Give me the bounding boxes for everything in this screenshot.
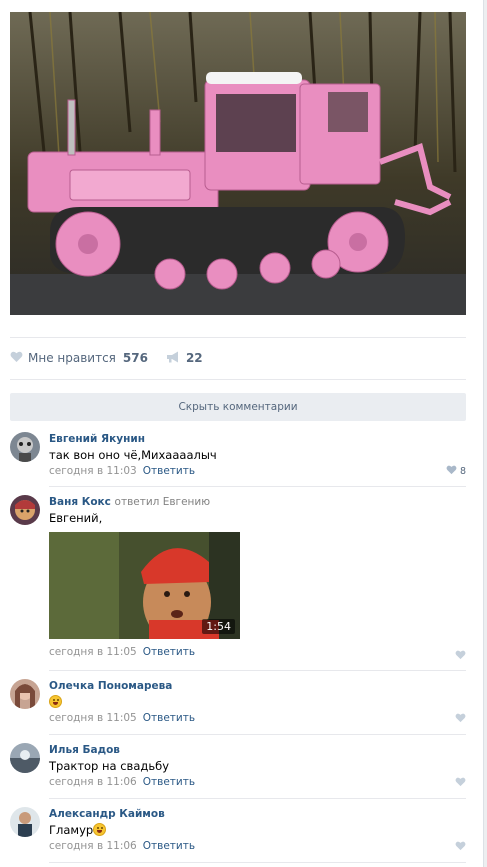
like-button-label[interactable]: Мне нравится: [28, 351, 116, 365]
tractor-photo-image: [10, 12, 466, 315]
comment-text: так вон оно чё,Михаааалыч: [49, 448, 217, 462]
reply-button[interactable]: Ответить: [143, 465, 195, 477]
reply-button[interactable]: Ответить: [143, 840, 195, 852]
comment-item: Олечка Пономарева сегодня в 11:05 Ответит…: [10, 679, 466, 729]
comment-time[interactable]: сегодня в 11:06: [49, 840, 137, 852]
likes-count: 576: [122, 351, 148, 365]
comment-item: Ваня Кокс ответил Евгению Евгений, 1:54 …: [10, 495, 466, 665]
comment-like-button[interactable]: [455, 713, 466, 726]
reply-to-label[interactable]: ответил Евгению: [115, 496, 211, 508]
comment-text: [49, 694, 466, 710]
divider: [49, 734, 466, 735]
post-card: Мне нравится 576 22 Скрыть комментарии Е…: [0, 0, 484, 867]
heart-icon: [455, 650, 466, 663]
comment-author[interactable]: Илья Бадов: [49, 743, 466, 757]
avatar[interactable]: [10, 679, 40, 709]
comment-author[interactable]: Евгений Якунин: [49, 432, 466, 446]
divider: [10, 379, 466, 380]
video-duration: 1:54: [202, 619, 235, 634]
heart-icon: [455, 841, 466, 854]
grinning-emoji-icon: [49, 695, 62, 708]
avatar[interactable]: [10, 807, 40, 837]
comment-text: Гламур: [49, 822, 466, 838]
comment-likes-count: 8: [459, 466, 466, 477]
shares-count: 22: [185, 351, 203, 365]
video-attachment[interactable]: 1:54: [49, 532, 240, 639]
heart-icon: [455, 713, 466, 726]
avatar[interactable]: [10, 743, 40, 773]
comment-item: Илья Бадов Трактор на свадьбу сегодня в …: [10, 743, 466, 793]
hide-comments-button[interactable]: Скрыть комментарии: [10, 393, 466, 421]
comment-author[interactable]: Ваня Кокс: [49, 496, 111, 508]
comment-time[interactable]: сегодня в 11:05: [49, 712, 137, 724]
comment-like-button[interactable]: [455, 650, 466, 663]
share-button[interactable]: 22: [166, 351, 203, 366]
post-photo[interactable]: [10, 12, 466, 315]
comment-time[interactable]: сегодня в 11:06: [49, 776, 137, 788]
divider: [49, 862, 466, 863]
avatar[interactable]: [10, 432, 40, 462]
grinning-emoji-icon: [93, 823, 107, 836]
megaphone-icon: [166, 351, 180, 366]
avatar[interactable]: [10, 495, 40, 525]
heart-icon: [455, 777, 466, 790]
comment-item: Евгений Якунин так вон оно чё,Михаааалыч…: [10, 432, 466, 484]
reply-button[interactable]: Ответить: [143, 776, 195, 788]
divider: [49, 486, 466, 487]
comment-item: Александр Каймов Гламур сегодня в 11:06 О…: [10, 807, 466, 857]
post-actions: Мне нравится 576 22: [10, 348, 203, 368]
reply-button[interactable]: Ответить: [143, 646, 195, 658]
divider: [49, 670, 466, 671]
comment-like-button[interactable]: 8: [446, 465, 466, 478]
comment-author[interactable]: Александр Каймов: [49, 807, 466, 821]
comment-time[interactable]: сегодня в 11:03: [49, 465, 137, 477]
comment-like-button[interactable]: [455, 841, 466, 854]
divider: [10, 337, 466, 338]
comment-author[interactable]: Олечка Пономарева: [49, 679, 466, 693]
comment-time[interactable]: сегодня в 11:05: [49, 646, 137, 658]
divider: [49, 798, 466, 799]
heart-icon: [446, 465, 457, 478]
comment-like-button[interactable]: [455, 777, 466, 790]
comment-text: Трактор на свадьбу: [49, 759, 170, 773]
heart-icon[interactable]: [10, 351, 23, 366]
reply-button[interactable]: Ответить: [143, 712, 195, 724]
comment-text: Евгений,: [49, 511, 103, 525]
